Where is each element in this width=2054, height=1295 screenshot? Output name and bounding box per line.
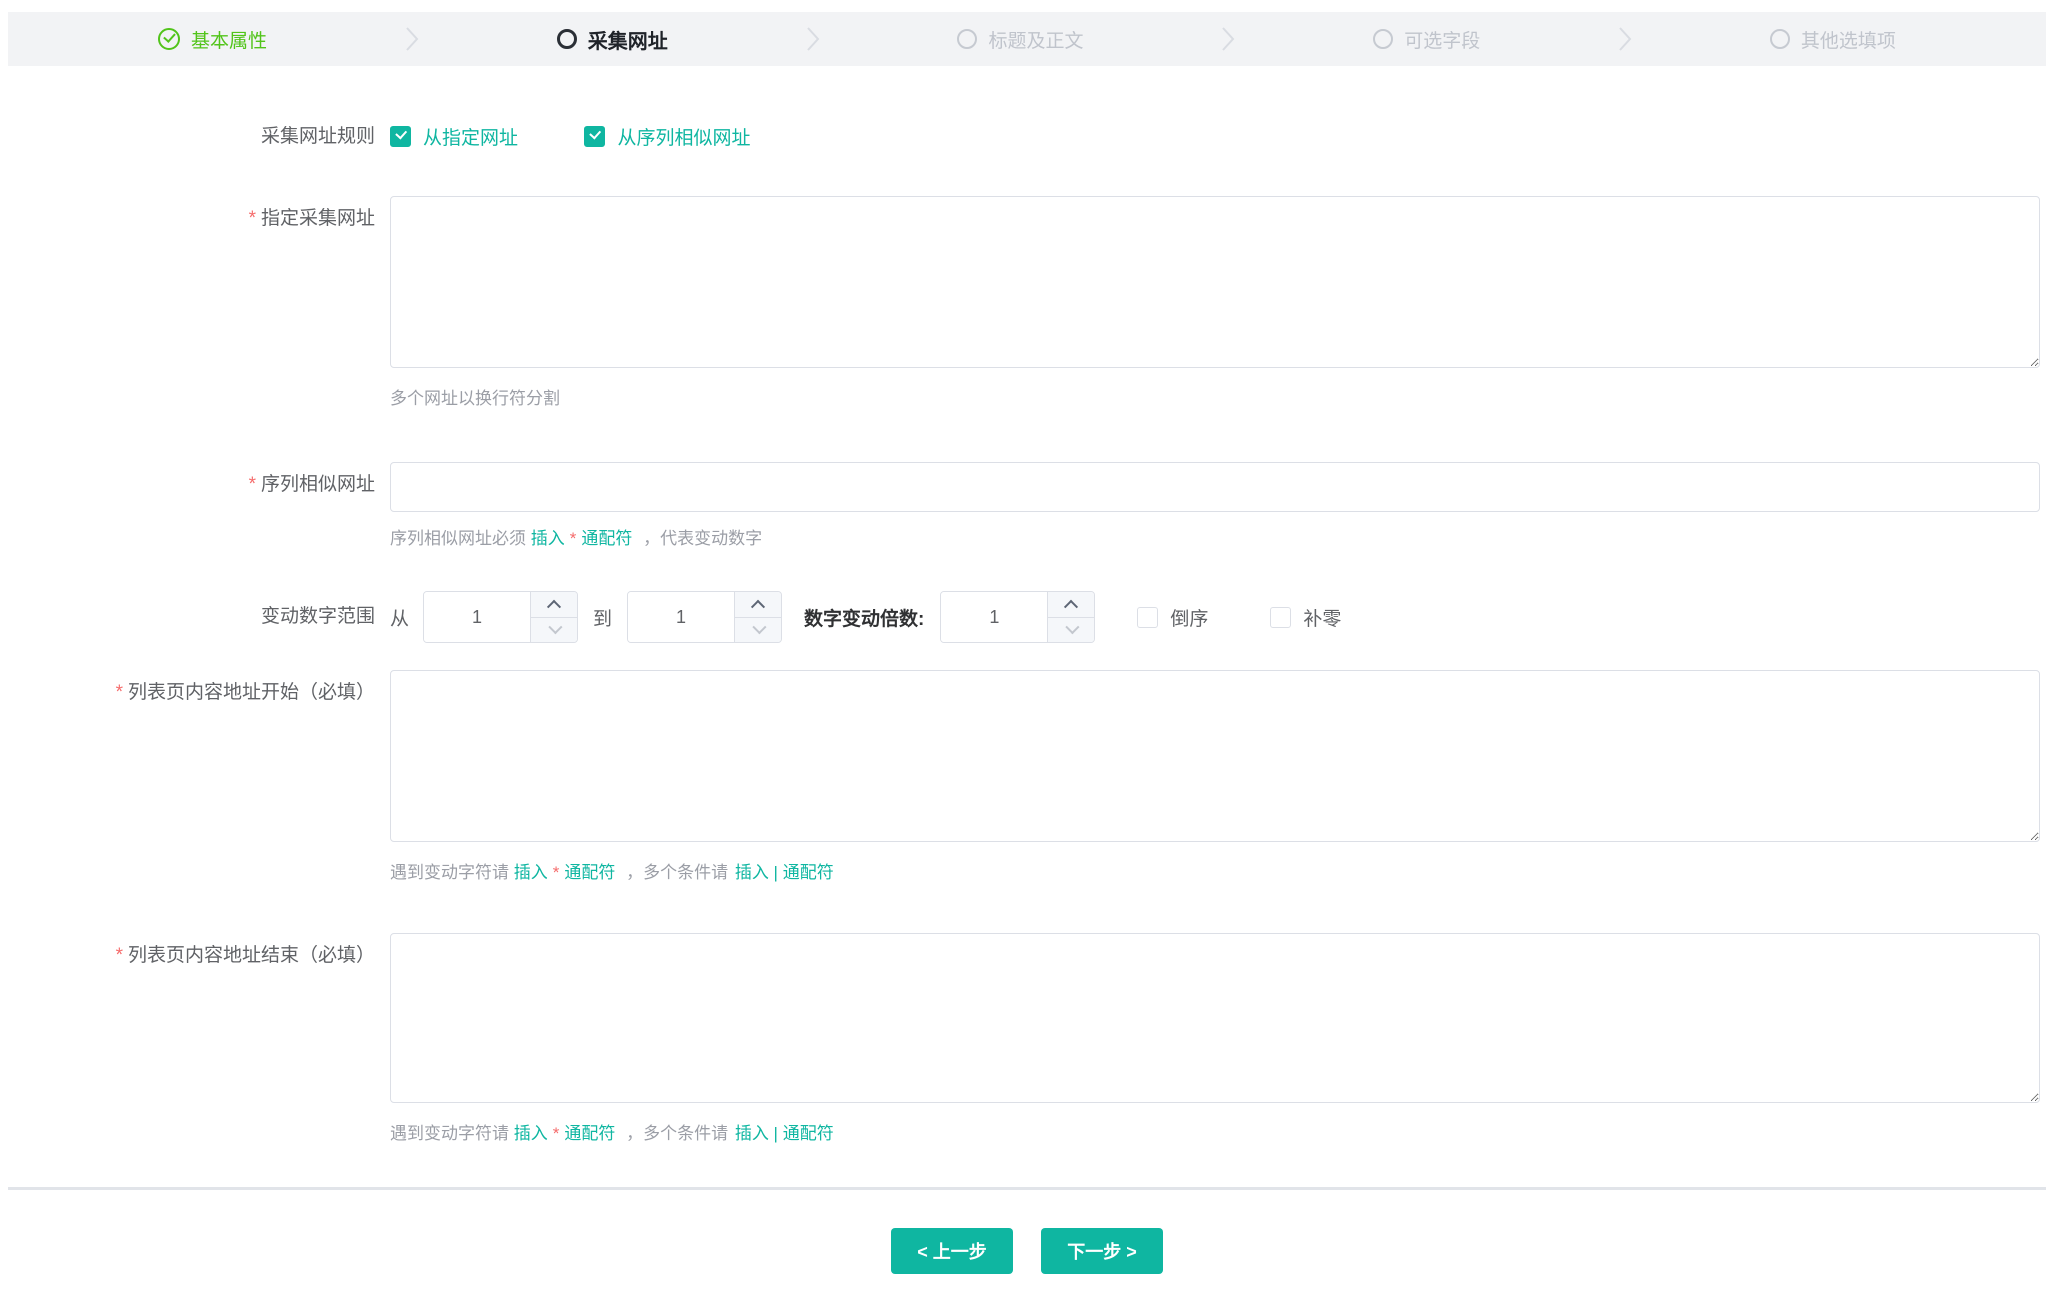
next-step-button[interactable]: 下一步 > (1041, 1228, 1163, 1274)
row-list-start: *列表页内容地址开始（必填） 遇到变动字符请 插入*通配符 ，多个条件请 插入 … (0, 670, 2054, 933)
step-collect-urls[interactable]: 采集网址 (557, 25, 668, 54)
step-label: 其他选填项 (1801, 26, 1896, 53)
chevron-right-icon (806, 25, 820, 53)
stepper-down-button[interactable] (1048, 618, 1094, 643)
chevron-up-icon (1064, 600, 1078, 614)
collect-rule-label: 采集网址规则 (0, 124, 390, 151)
row-sequence-url: *序列相似网址 序列相似网址必须 插入*通配符 ，代表变动数字 (0, 462, 2054, 591)
insert-wildcard-link[interactable]: 插入*通配符 (531, 529, 633, 548)
from-value-field[interactable] (424, 592, 530, 642)
row-number-range: 变动数字范围 从 到 数字变动倍数: (0, 591, 2054, 643)
chevron-down-icon (1066, 620, 1080, 634)
circle-icon (957, 29, 977, 49)
list-end-textarea[interactable] (390, 933, 2040, 1103)
step-other-options[interactable]: 其他选填项 (1770, 26, 1896, 53)
collect-rule-options: 从指定网址 从序列相似网址 (390, 123, 2040, 152)
list-end-hint: 遇到变动字符请 插入*通配符 ，多个条件请 插入 | 通配符 (390, 1119, 2040, 1144)
from-number-input (423, 591, 578, 643)
row-list-end: *列表页内容地址结束（必填） 遇到变动字符请 插入*通配符 ，多个条件请 插入 … (0, 933, 2054, 1144)
specified-urls-textarea[interactable] (390, 196, 2040, 368)
chevron-up-icon (547, 600, 561, 614)
circle-icon (1770, 29, 1790, 49)
stepper-down-button[interactable] (531, 618, 577, 643)
insert-wildcard-link[interactable]: 插入*通配符 (514, 1124, 616, 1143)
from-steppers (530, 592, 577, 642)
checkbox-from-sequence-url[interactable]: 从序列相似网址 (584, 123, 750, 150)
list-start-label: *列表页内容地址开始（必填） (0, 670, 390, 707)
circle-icon (557, 29, 577, 49)
checkbox-label: 从指定网址 (423, 123, 518, 150)
checkbox-unchecked-icon[interactable] (1137, 607, 1158, 628)
from-label: 从 (390, 604, 409, 631)
sequence-url-hint: 序列相似网址必须 插入*通配符 ，代表变动数字 (390, 524, 2040, 549)
chevron-right-icon (405, 25, 419, 53)
insert-wildcard-link[interactable]: 插入*通配符 (514, 863, 616, 882)
stepper-up-button[interactable] (1048, 592, 1094, 618)
step-label: 可选字段 (1404, 26, 1480, 53)
sequence-url-label: *序列相似网址 (0, 462, 390, 499)
multiplier-number-input (940, 591, 1095, 643)
checkbox-label: 倒序 (1170, 604, 1208, 631)
checkbox-from-specified-url[interactable]: 从指定网址 (390, 123, 518, 150)
check-circle-icon (158, 28, 180, 50)
step-label: 采集网址 (588, 25, 668, 54)
to-steppers (734, 592, 781, 642)
checkbox-label: 从序列相似网址 (617, 123, 750, 150)
checkbox-checked-icon[interactable] (584, 126, 605, 147)
required-asterisk: * (116, 945, 123, 966)
row-specified-urls: *指定采集网址 多个网址以换行符分割 (0, 196, 2054, 462)
step-title-body[interactable]: 标题及正文 (957, 26, 1083, 53)
step-basic-properties[interactable]: 基本属性 (158, 26, 267, 53)
specified-urls-hint: 多个网址以换行符分割 (390, 384, 2040, 409)
list-end-label: *列表页内容地址结束（必填） (0, 933, 390, 970)
chevron-right-icon (1618, 25, 1632, 53)
circle-icon (1373, 29, 1393, 49)
insert-or-wildcard-link[interactable]: 插入 | 通配符 (735, 1124, 834, 1143)
step-optional-fields[interactable]: 可选字段 (1373, 26, 1480, 53)
checkbox-label: 补零 (1303, 604, 1341, 631)
sequence-url-input[interactable] (390, 462, 2040, 512)
chevron-down-icon (752, 620, 766, 634)
chevron-down-icon (548, 620, 562, 634)
list-start-hint: 遇到变动字符请 插入*通配符 ，多个条件请 插入 | 通配符 (390, 858, 2040, 883)
chevron-up-icon (751, 600, 765, 614)
specified-urls-label: *指定采集网址 (0, 196, 390, 233)
step-bar: 基本属性 采集网址 标题及正文 可选字段 其他选填项 (8, 12, 2046, 66)
to-value-field[interactable] (628, 592, 734, 642)
required-asterisk: * (249, 474, 256, 495)
checkbox-checked-icon[interactable] (390, 126, 411, 147)
required-asterisk: * (116, 682, 123, 703)
multiplier-steppers (1047, 592, 1094, 642)
checkbox-reverse-order[interactable]: 倒序 (1137, 604, 1208, 631)
to-label: 到 (593, 604, 612, 631)
footer-divider (8, 1187, 2046, 1190)
number-range-label: 变动数字范围 (0, 604, 390, 631)
collect-url-form: 采集网址规则 从指定网址 从序列相似网址 *指定采集网址 多个网址以换行符分割 (0, 66, 2054, 1144)
footer-actions: < 上一步 下一步 > (0, 1228, 2054, 1274)
checkbox-pad-zero[interactable]: 补零 (1270, 604, 1341, 631)
step-label: 基本属性 (191, 26, 267, 53)
multiplier-label: 数字变动倍数: (804, 604, 924, 631)
to-number-input (627, 591, 782, 643)
previous-step-button[interactable]: < 上一步 (891, 1228, 1013, 1274)
insert-or-wildcard-link[interactable]: 插入 | 通配符 (735, 863, 834, 882)
stepper-up-button[interactable] (735, 592, 781, 618)
multiplier-value-field[interactable] (941, 592, 1047, 642)
list-start-textarea[interactable] (390, 670, 2040, 842)
stepper-down-button[interactable] (735, 618, 781, 643)
checkbox-unchecked-icon[interactable] (1270, 607, 1291, 628)
stepper-up-button[interactable] (531, 592, 577, 618)
chevron-right-icon (1221, 25, 1235, 53)
row-collect-rule: 采集网址规则 从指定网址 从序列相似网址 (0, 123, 2054, 152)
required-asterisk: * (249, 208, 256, 229)
step-label: 标题及正文 (988, 26, 1083, 53)
